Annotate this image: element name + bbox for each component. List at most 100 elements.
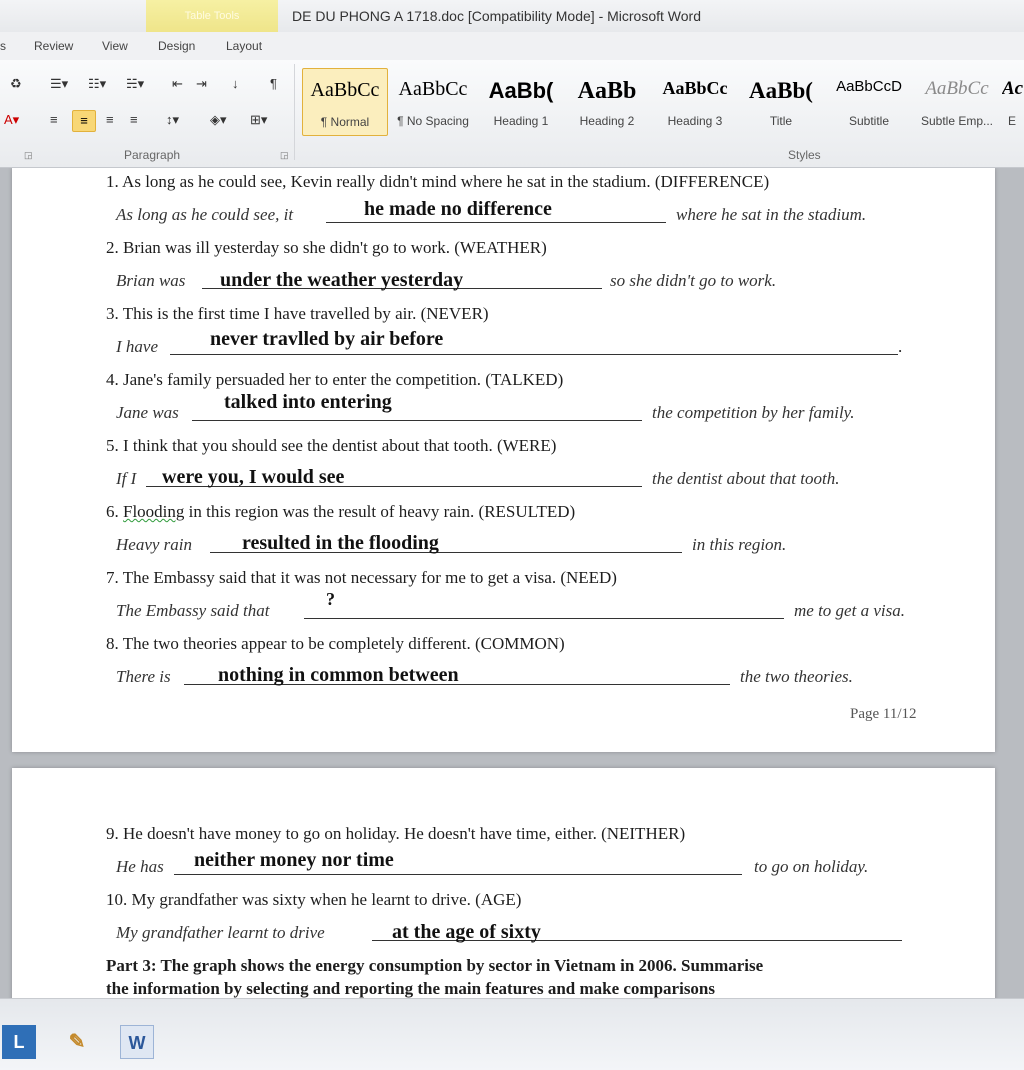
align-left-icon[interactable]: ≡ [50, 112, 58, 127]
style-emphasis-partial[interactable]: Ac E [1002, 68, 1024, 136]
answer-3[interactable]: never travlled by air before [210, 328, 443, 351]
prompt-4-start: Jane was [116, 403, 179, 422]
tab-layout[interactable]: Layout [226, 39, 262, 53]
question-7: 7. The Embassy said that it was not nece… [106, 568, 617, 587]
style-preview: AaBbCc [310, 79, 380, 101]
prompt-8-end: the two theories. [740, 667, 853, 686]
style-label: ¶ Normal [320, 115, 370, 129]
style-label: Heading 3 [667, 114, 723, 128]
answer-4[interactable]: talked into entering [224, 391, 392, 414]
answer-10[interactable]: at the age of sixty [392, 921, 541, 944]
answer-7[interactable]: ? [326, 589, 335, 610]
prompt-6-start: Heavy rain [116, 535, 193, 554]
prompt-6-end: in this region. [692, 535, 787, 554]
paragraph-launcher-icon[interactable]: ◲ [280, 150, 289, 161]
question-9: 9. He doesn't have money to go on holida… [106, 824, 686, 843]
spelling-icon[interactable]: ♻ [10, 76, 22, 92]
style-heading-1[interactable]: AaBb( Heading 1 [478, 68, 564, 136]
answer-9[interactable]: neither money nor time [194, 849, 394, 872]
answer-5[interactable]: were you, I would see [162, 466, 344, 489]
table-tools-context-tab[interactable]: Table Tools [146, 0, 278, 32]
style-label: ¶ No Spacing [397, 114, 469, 128]
align-right-icon[interactable]: ≡ [106, 112, 114, 127]
ribbon-tabs: s Review View Design Layout [0, 32, 1024, 60]
question-4: 4. Jane's family persuaded her to enter … [106, 370, 564, 389]
part-3-heading: Part 3: The graph shows the energy consu… [106, 956, 764, 975]
style-heading-2[interactable]: AaBb Heading 2 [566, 68, 648, 136]
style-preview: AaBbCcD [836, 78, 902, 95]
style-preview: AaBbCc [925, 78, 989, 99]
bullets-icon[interactable]: ☰▾ [50, 76, 68, 92]
prompt-2-start: Brian was [116, 271, 186, 290]
document-page-2[interactable]: 9. He doesn't have money to go on holida… [12, 768, 995, 998]
answer-6[interactable]: resulted in the flooding [242, 532, 439, 555]
style-preview: AaBb( [488, 78, 554, 103]
prompt-5-start: If I [116, 469, 137, 488]
style-subtle-emphasis[interactable]: AaBbCc Subtle Emp... [914, 68, 1000, 136]
numbering-icon[interactable]: ☷▾ [88, 76, 106, 92]
styles-group-label: Styles [788, 148, 821, 162]
prompt-1-start: As long as he could see, it [116, 205, 294, 224]
clipboard-launcher-icon[interactable]: ◲ [24, 150, 33, 161]
answer-8[interactable]: nothing in common between [218, 664, 459, 687]
borders-icon[interactable]: ⊞▾ [250, 112, 267, 128]
title-bar: Table Tools DE DU PHONG A 1718.doc [Comp… [0, 0, 1024, 32]
increase-indent-icon[interactable]: ⇥ [196, 76, 207, 92]
font-color-icon[interactable]: A▾ [4, 112, 19, 128]
document-page[interactable]: 1. As long as he could see, Kevin really… [12, 168, 995, 752]
show-marks-icon[interactable]: ¶ [270, 76, 277, 91]
style-label: Heading 1 [493, 114, 549, 128]
style-title[interactable]: AaBb( Title [740, 68, 822, 136]
style-preview: Ac [1002, 78, 1024, 99]
question-1: 1. As long as he could see, Kevin really… [106, 172, 770, 191]
style-subtitle[interactable]: AaBbCcD Subtitle [826, 68, 912, 136]
sort-icon[interactable]: ↓ [232, 76, 239, 91]
question-6-number: 6. [106, 502, 123, 521]
style-preview: AaBbCc [398, 78, 468, 100]
question-6-text: in this region was the result of heavy r… [184, 502, 576, 521]
style-label: Title [769, 114, 793, 128]
tab-review[interactable]: Review [34, 39, 73, 53]
question-8: 8. The two theories appear to be complet… [106, 634, 565, 653]
prompt-10-start: My grandfather learnt to drive [116, 923, 325, 942]
style-preview: AaBbCc [662, 78, 728, 98]
shading-icon[interactable]: ◈▾ [210, 112, 227, 128]
word-app-icon[interactable]: W [120, 1025, 154, 1059]
style-no-spacing[interactable]: AaBbCc ¶ No Spacing [390, 68, 476, 136]
group-separator [294, 64, 295, 160]
answer-line-1 [326, 222, 666, 223]
justify-icon[interactable]: ≡ [130, 112, 138, 127]
tab-view[interactable]: View [102, 39, 128, 53]
multilevel-list-icon[interactable]: ☵▾ [126, 76, 144, 92]
taskbar: L ✎ W [0, 998, 1024, 1070]
spelling-flag-word[interactable]: Flooding [123, 502, 184, 521]
decrease-indent-icon[interactable]: ⇤ [172, 76, 183, 92]
window-title: DE DU PHONG A 1718.doc [Compatibility Mo… [292, 8, 701, 24]
ribbon: ♻ ☰▾ ☷▾ ☵▾ ⇤ ⇥ ↓ ¶ A▾ ≡ ≡ ≡ ≡ ↕▾ ◈▾ ⊞▾ ◲… [0, 60, 1024, 168]
question-3: 3. This is the first time I have travell… [106, 304, 489, 323]
style-normal[interactable]: AaBbCc ¶ Normal [302, 68, 388, 136]
lync-app-icon[interactable]: L [2, 1025, 36, 1059]
answer-line-4 [192, 420, 642, 421]
question-5: 5. I think that you should see the denti… [106, 436, 557, 455]
style-label: Subtitle [848, 114, 890, 128]
prompt-5-end: the dentist about that tooth. [652, 469, 840, 488]
tab-design[interactable]: Design [158, 39, 195, 53]
prompt-9-end: to go on holiday. [754, 857, 869, 876]
tab-partial[interactable]: s [0, 39, 6, 53]
document-area[interactable]: 1. As long as he could see, Kevin really… [0, 168, 1024, 998]
answer-line-7 [304, 618, 784, 619]
question-10: 10. My grandfather was sixty when he lea… [106, 890, 522, 909]
align-center-icon[interactable]: ≡ [72, 110, 96, 132]
question-6: 6. Flooding in this region was the resul… [106, 502, 575, 522]
prompt-1-end: where he sat in the stadium. [676, 205, 867, 224]
answer-2[interactable]: under the weather yesterday [220, 269, 463, 292]
prompt-8-start: There is [116, 667, 171, 686]
style-heading-3[interactable]: AaBbCc Heading 3 [652, 68, 738, 136]
answer-1[interactable]: he made no difference [364, 198, 552, 221]
question-2: 2. Brian was ill yesterday so she didn't… [106, 238, 547, 257]
page-number: Page 11/12 [850, 706, 917, 722]
paint-app-icon[interactable]: ✎ [60, 1025, 94, 1059]
line-spacing-icon[interactable]: ↕▾ [166, 112, 179, 128]
paragraph-group-label: Paragraph [124, 148, 181, 162]
